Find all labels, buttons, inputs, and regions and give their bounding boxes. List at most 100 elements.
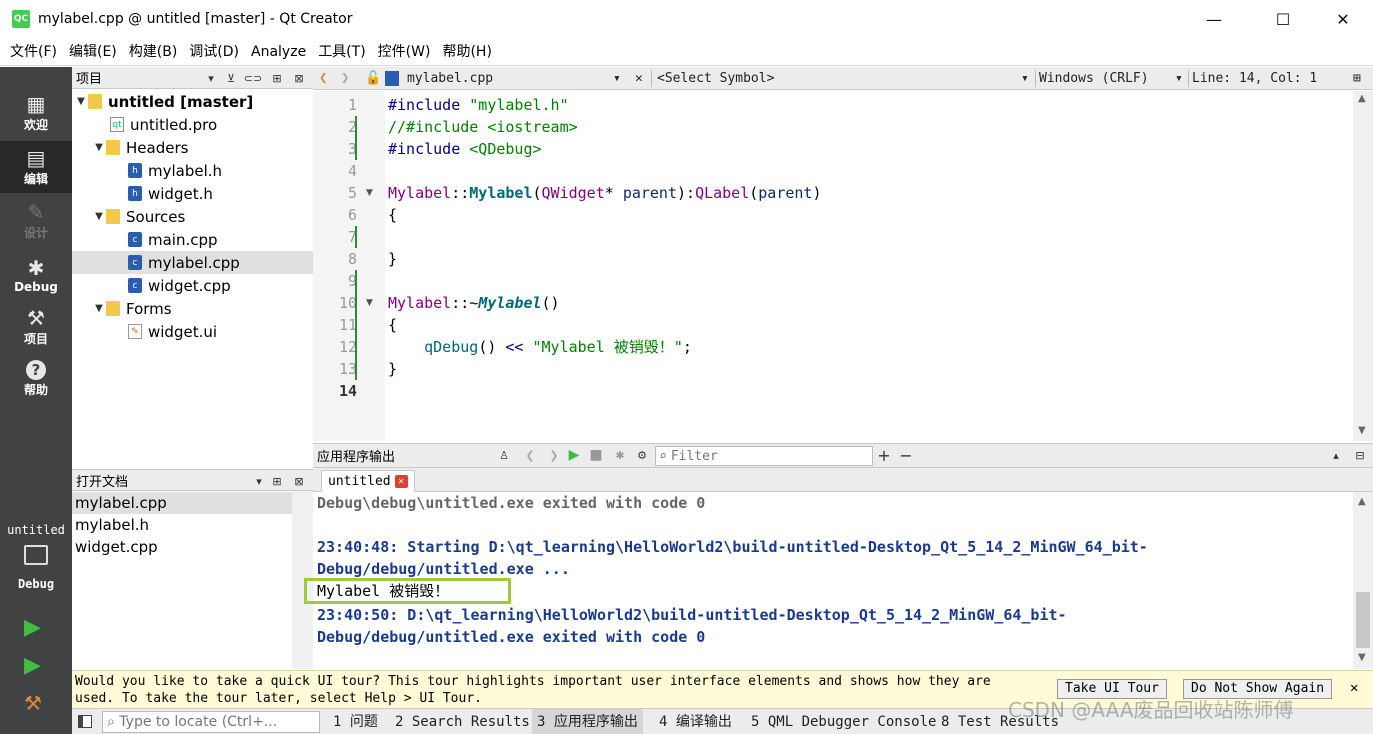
build-hammer-icon[interactable]: ⚒ [24,691,42,715]
code-line: #include <QDebug> [388,138,542,160]
close-tab-icon[interactable]: ✕ [394,475,408,488]
debug-run-icon[interactable]: ▶ [24,653,41,678]
code-token: Mylabel [388,294,452,312]
file-dropdown-icon[interactable]: ▾ [613,67,621,90]
minimize-button[interactable]: — [1191,0,1237,38]
application-output[interactable]: Debug\debug\untitled.exe exited with cod… [304,492,1353,669]
scroll-up-icon[interactable]: ▲ [1358,93,1366,104]
close-pane-icon[interactable]: ⊠ [290,67,308,89]
symbol-selector[interactable]: <Select Symbol> [657,67,774,90]
expand-arrow-icon[interactable]: ▼ [92,211,106,222]
tree-item-widget-ui[interactable]: ✎ widget.ui [72,320,313,343]
expand-arrow-icon[interactable]: ▼ [92,303,106,314]
mode-design[interactable]: ✎ 设计 [0,195,72,247]
menu-analyze[interactable]: Analyze [245,38,312,66]
tree-item-forms[interactable]: ▼ Forms [72,297,313,320]
zoom-out-icon[interactable]: − [897,444,915,466]
close-tour-icon[interactable]: ✕ [1350,680,1358,696]
status-tab-issues[interactable]: 1 问题 [328,709,383,734]
prev-icon[interactable]: ❮ [521,444,539,466]
tree-item-mylabel-h[interactable]: h mylabel.h [72,159,313,182]
tree-item-main-cpp[interactable]: c main.cpp [72,228,313,251]
close-file-icon[interactable]: ✕ [635,67,643,90]
menu-edit[interactable]: 编辑(E) [63,38,123,66]
zoom-in-icon[interactable]: + [875,444,893,466]
fold-marker-icon[interactable]: ▼ [366,292,373,314]
menu-help[interactable]: 帮助(H) [436,38,497,66]
maximize-button[interactable]: ☐ [1260,0,1306,38]
scroll-down-icon[interactable]: ▼ [1358,652,1366,663]
tree-item-project[interactable]: ▼ untitled [master] [72,90,313,113]
mode-edit[interactable]: ▤ 编辑 [0,141,72,193]
split-icon[interactable]: ⊞ [1353,67,1361,90]
code-line: } [388,250,398,268]
link-icon[interactable]: ⊂⊃ [244,67,262,89]
expand-arrow-icon[interactable]: ▼ [92,142,106,153]
code-token: <QDebug> [469,140,542,158]
close-button[interactable]: ✕ [1320,0,1366,38]
forward-arrow-icon[interactable]: ❯ [341,67,349,90]
maximize-pane-icon[interactable]: ▴ [1327,444,1345,466]
mode-debug[interactable]: ✱ Debug [0,249,72,301]
close-pane-icon[interactable]: ⊟ [1351,444,1369,466]
run-icon[interactable]: ▶ [24,615,41,640]
expand-arrow-icon[interactable]: ▼ [74,96,88,107]
split-icon[interactable]: ⊞ [268,470,286,492]
mode-welcome[interactable]: ▦ 欢迎 [0,87,72,139]
view-dropdown-icon[interactable]: ▾ [202,67,220,89]
attach-icon[interactable]: ♙ [495,444,513,466]
status-tab-qml-debugger[interactable]: 5 QML Debugger Console [746,709,941,734]
fold-marker-icon[interactable]: ▼ [366,182,373,204]
status-tab-search-results[interactable]: 2 Search Results [390,709,535,734]
menu-build[interactable]: 构建(B) [123,38,184,66]
tree-item-mylabel-cpp[interactable]: c mylabel.cpp [72,251,313,274]
next-icon[interactable]: ❯ [545,444,563,466]
settings-gear-icon[interactable]: ⚙ [633,444,651,466]
status-tab-app-output[interactable]: 3 应用程序输出 [532,709,643,734]
status-tab-compile-output[interactable]: 4 编译输出 [654,709,737,734]
open-doc-item[interactable]: mylabel.cpp [72,492,292,514]
tree-item-pro-file[interactable]: qt untitled.pro [72,113,313,136]
rerun-icon[interactable]: ▶ [565,444,583,466]
line-ending-selector[interactable]: Windows (CRLF) [1039,67,1149,90]
line-ending-dropdown-icon[interactable]: ▾ [1175,67,1183,90]
split-icon[interactable]: ⊞ [268,67,286,89]
output-pane-header: 应用程序输出 ♙ ❮ ❯ ▶ ■ ✱ ⚙ ⌕ Filter + − ▴ ⊟ [313,443,1373,468]
code-token: ): [677,184,696,202]
tree-item-sources[interactable]: ▼ Sources [72,205,313,228]
cursor-position[interactable]: Line: 14, Col: 1 [1192,67,1317,90]
tree-item-headers[interactable]: ▼ Headers [72,136,313,159]
filter-icon[interactable]: ⊻ [222,67,240,89]
close-pane-icon[interactable]: ⊠ [290,470,308,492]
code-editor[interactable]: #include "mylabel.h" //#include <iostrea… [385,91,1353,441]
menu-tools[interactable]: 工具(T) [312,38,371,66]
code-token: QWidget [541,184,605,202]
monitor-icon[interactable] [24,545,48,565]
menu-widgets[interactable]: 控件(W) [372,38,437,66]
code-token: Mylabel [469,184,533,202]
editor-scrollbar[interactable]: ▲ ▼ [1353,91,1373,441]
output-scrollbar[interactable]: ▲ ▼ [1353,492,1373,669]
mode-help[interactable]: ? 帮助 [0,353,72,405]
tree-item-widget-cpp[interactable]: c widget.cpp [72,274,313,297]
output-filter-input[interactable]: ⌕ Filter [655,446,873,466]
toggle-sidebar-icon[interactable] [78,715,92,728]
debug-attach-icon[interactable]: ✱ [611,444,629,466]
editor-file-name[interactable]: mylabel.cpp [407,67,493,90]
tree-item-widget-h[interactable]: h widget.h [72,182,313,205]
menu-file[interactable]: 文件(F) [4,38,63,66]
output-tab-untitled[interactable]: untitled ✕ [321,470,415,492]
mode-projects[interactable]: ⚒ 项目 [0,301,72,353]
scroll-thumb[interactable] [1356,592,1370,648]
open-doc-item[interactable]: mylabel.h [72,514,292,536]
scroll-up-icon[interactable]: ▲ [1358,496,1366,507]
locator-input[interactable]: ⌕ Type to locate (Ctrl+... [102,711,320,733]
code-line: #include "mylabel.h" [388,94,569,116]
symbol-dropdown-icon[interactable]: ▾ [1021,67,1029,90]
open-doc-item[interactable]: widget.cpp [72,536,292,558]
stop-icon[interactable]: ■ [587,444,605,466]
menu-debug[interactable]: 调试(D) [183,38,245,66]
view-dropdown-icon[interactable]: ▾ [250,470,268,492]
scroll-down-icon[interactable]: ▼ [1358,425,1366,436]
back-arrow-icon[interactable]: ❮ [319,67,327,90]
